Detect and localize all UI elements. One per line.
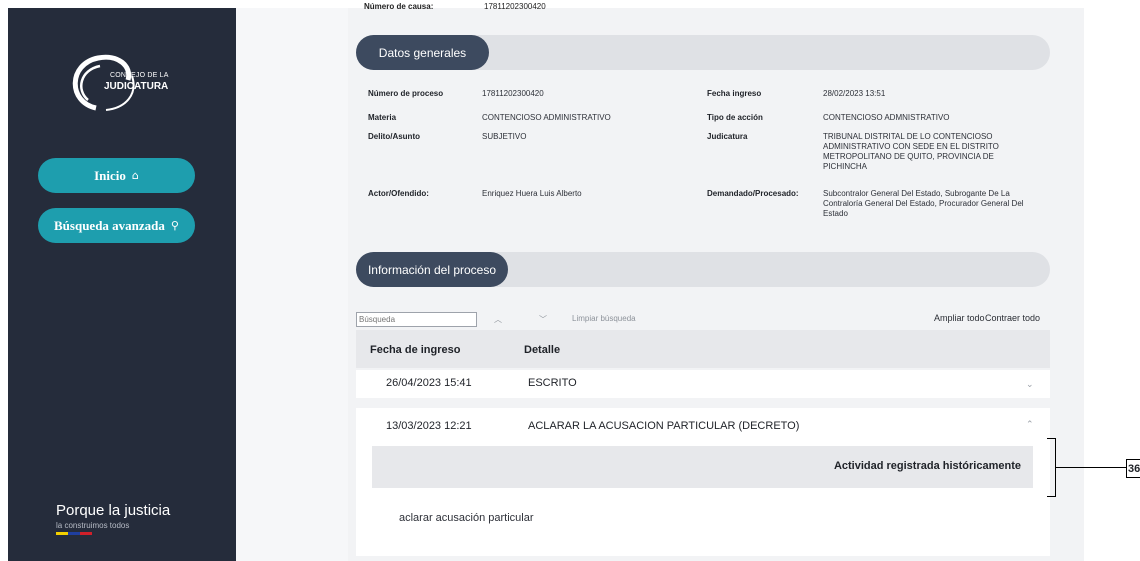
flag-red	[80, 532, 92, 535]
search-icon: ⚲	[170, 219, 179, 232]
field-label-fecha-ingreso: Fecha ingreso	[707, 89, 762, 98]
activity-description: aclarar acusación particular	[399, 512, 534, 524]
column-header-fecha: Fecha de ingreso	[370, 344, 461, 356]
chevron-down-icon[interactable]: ﹀	[539, 314, 547, 325]
expand-all-link[interactable]: Ampliar todo	[934, 313, 985, 323]
field-label-materia: Materia	[368, 113, 397, 122]
historic-activity-banner: Actividad registrada históricamente	[372, 446, 1033, 488]
info-proceso-header[interactable]: Información del proceso	[356, 252, 1050, 287]
logo-text-line2: JUDICATURA	[104, 81, 169, 92]
row-fecha: 13/03/2023 12:21	[386, 420, 472, 432]
info-proceso-title: Información del proceso	[356, 252, 508, 287]
callout-number: 36	[1126, 459, 1140, 478]
field-value-demandado: Subcontralor General Del Estado, Subroga…	[823, 189, 1024, 218]
callout-line	[1056, 467, 1126, 468]
logo-text-line1: CONSEJO DE LA	[110, 72, 169, 79]
row-fecha: 26/04/2023 15:41	[386, 377, 472, 389]
datos-generales-title: Datos generales	[356, 35, 489, 70]
consejo-judicatura-logo: CONSEJO DE LA JUDICATURA	[66, 50, 186, 112]
home-button[interactable]: Inicio ⌂	[38, 158, 195, 193]
field-label-judicatura: Judicatura	[707, 132, 748, 141]
process-search-input[interactable]	[356, 312, 477, 327]
advanced-search-button[interactable]: Búsqueda avanzada ⚲	[38, 208, 195, 243]
flag-stripe	[56, 532, 92, 535]
field-value-materia: CONTENCIOSO ADMINISTRATIVO	[482, 113, 611, 122]
field-value-numero-proceso: 17811202300420	[482, 89, 544, 98]
collapse-all-link[interactable]: Contraer todo	[985, 313, 1040, 323]
home-icon: ⌂	[131, 169, 139, 182]
flag-blue	[68, 532, 80, 535]
field-value-actor: Enriquez Huera Luis Alberto	[482, 189, 582, 198]
collapse-chevron-up-icon[interactable]: ⌃	[1026, 420, 1034, 430]
chevron-up-icon[interactable]: ︿	[494, 314, 502, 325]
field-label-numero-proceso: Número de proceso	[368, 89, 444, 98]
advanced-search-label: Búsqueda avanzada	[54, 217, 165, 233]
slogan-line2: la construimos todos	[56, 521, 130, 530]
row-detalle: ACLARAR LA ACUSACION PARTICULAR (DECRETO…	[528, 420, 800, 432]
field-value-judicatura: TRIBUNAL DISTRITAL DE LO CONTENCIOSO ADM…	[823, 132, 999, 171]
field-label-tipo-accion: Tipo de acción	[707, 113, 763, 122]
historic-activity-label: Actividad registrada históricamente	[833, 460, 1021, 472]
expand-chevron-down-icon[interactable]: ⌄	[1026, 380, 1034, 390]
home-button-label: Inicio	[94, 167, 126, 183]
case-number-value: 17811202300420	[484, 2, 546, 11]
case-number-row: Número de causa: 17811202300420	[364, 2, 546, 11]
case-number-label: Número de causa:	[364, 2, 434, 11]
clear-search-link[interactable]: Limpiar búsqueda	[572, 314, 636, 323]
flag-yellow	[56, 532, 68, 535]
callout-bracket	[1047, 438, 1056, 497]
content-gutter	[236, 8, 348, 561]
field-label-demandado: Demandado/Procesado:	[707, 189, 799, 198]
row-detalle: ESCRITO	[528, 377, 577, 389]
column-header-detalle: Detalle	[524, 344, 561, 356]
field-label-delito-asunto: Delito/Asunto	[368, 132, 420, 141]
table-row[interactable]: 26/04/2023 15:41 ESCRITO ⌄	[356, 370, 1050, 398]
datos-generales-header[interactable]: Datos generales	[356, 35, 1050, 70]
field-value-delito-asunto: SUBJETIVO	[482, 132, 527, 141]
field-value-fecha-ingreso: 28/02/2023 13:51	[823, 89, 886, 98]
field-label-actor: Actor/Ofendido:	[368, 189, 429, 198]
sidebar: CONSEJO DE LA JUDICATURA Inicio ⌂ Búsque…	[8, 8, 236, 561]
field-value-tipo-accion: CONTENCIOSO ADMNISTRATIVO	[823, 113, 950, 122]
slogan-line1: Porque la justicia	[56, 502, 171, 519]
